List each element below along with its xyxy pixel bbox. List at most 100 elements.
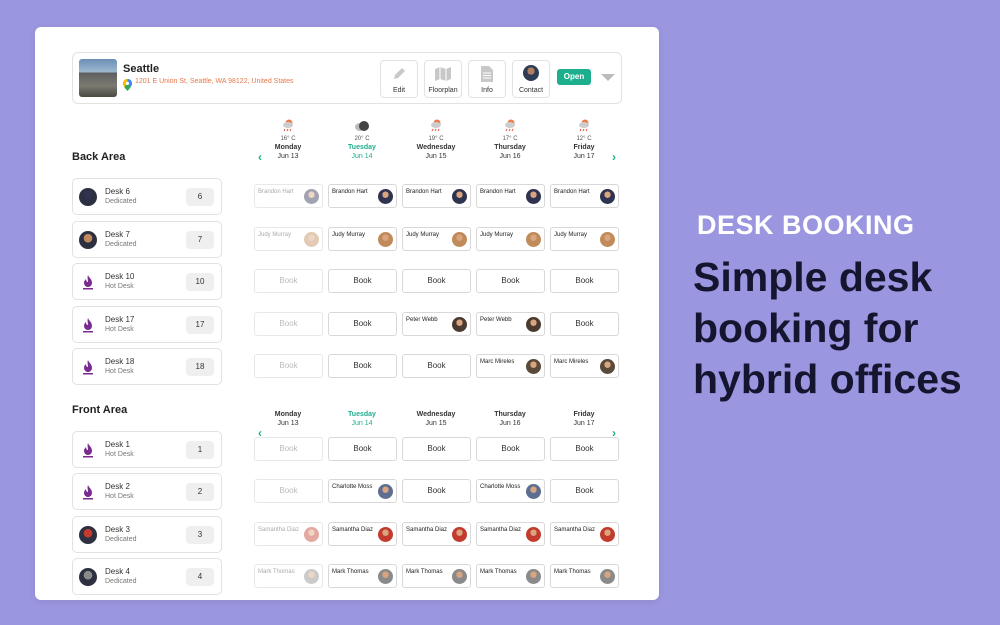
booking-cell[interactable]: Marc Mireles — [476, 354, 545, 378]
booking-cell[interactable]: Samantha Diaz — [254, 522, 323, 546]
booked-person-name: Mark Thomas — [480, 569, 517, 575]
floorplan-button[interactable]: Floorplan — [424, 60, 462, 98]
book-button[interactable]: Book — [328, 354, 397, 378]
temperature: 20° C — [354, 136, 370, 142]
day-name: Tuesday — [348, 411, 376, 418]
booked-person-name: Mark Thomas — [332, 569, 369, 575]
person-avatar — [526, 569, 541, 584]
day-header: 17° C Thursday Jun 16 — [480, 118, 540, 161]
book-button[interactable]: Book — [402, 354, 471, 378]
book-button[interactable]: Book — [402, 479, 471, 503]
booking-cell[interactable]: Brandon Hart — [550, 184, 619, 208]
person-avatar — [600, 189, 615, 204]
book-button[interactable]: Book — [476, 269, 545, 293]
hot-desk-flame-icon — [79, 441, 97, 459]
desk-type: Hot Desk — [105, 326, 134, 333]
desk-number-badge: 4 — [186, 568, 214, 586]
person-avatar — [378, 189, 393, 204]
desk-row[interactable]: Desk 3 Dedicated 3 — [72, 516, 222, 553]
book-button[interactable]: Book — [550, 437, 619, 461]
booking-cell[interactable]: Judy Murray — [550, 227, 619, 251]
booked-person-name: Judy Murray — [480, 232, 514, 238]
book-button[interactable]: Book — [328, 437, 397, 461]
desk-row[interactable]: Desk 6 Dedicated 6 — [72, 178, 222, 215]
booked-person-name: Samantha Diaz — [554, 527, 596, 533]
booking-cell[interactable]: Judy Murray — [476, 227, 545, 251]
booking-cell[interactable]: Brandon Hart — [254, 184, 323, 208]
day-header: Friday Jun 17 — [554, 394, 614, 428]
book-button[interactable]: Book — [476, 437, 545, 461]
desk-type: Hot Desk — [105, 368, 134, 375]
day-name: Tuesday — [348, 144, 376, 151]
booked-person-name: Samantha Diaz — [332, 527, 374, 533]
book-button[interactable]: Book — [328, 269, 397, 293]
desk-row[interactable]: Desk 1 Hot Desk 1 — [72, 431, 222, 468]
desk-row[interactable]: Desk 7 Dedicated 7 — [72, 221, 222, 258]
booking-cell[interactable]: Mark Thomas — [550, 564, 619, 588]
book-button[interactable]: Book — [402, 437, 471, 461]
booking-cell[interactable]: Judy Murray — [328, 227, 397, 251]
book-button: Book — [254, 437, 323, 461]
edit-button[interactable]: Edit — [380, 60, 418, 98]
booking-cell[interactable]: Samantha Diaz — [476, 522, 545, 546]
desk-row[interactable]: Desk 4 Dedicated 4 — [72, 558, 222, 595]
booking-cell[interactable]: Peter Webb — [476, 312, 545, 336]
booked-person-name: Samantha Diaz — [480, 527, 522, 533]
info-button[interactable]: Info — [468, 60, 506, 98]
book-button[interactable]: Book — [550, 269, 619, 293]
desk-number-badge: 2 — [186, 483, 214, 501]
book-button: Book — [254, 312, 323, 336]
day-header: Tuesday Jun 14 — [332, 394, 392, 428]
booking-cell[interactable]: Brandon Hart — [476, 184, 545, 208]
booking-cell[interactable]: Mark Thomas — [254, 564, 323, 588]
desk-name: Desk 2 — [105, 482, 130, 491]
booked-person-name: Mark Thomas — [406, 569, 443, 575]
desk-row[interactable]: Desk 2 Hot Desk 2 — [72, 473, 222, 510]
booked-person-name: Charlotte Moss — [332, 484, 373, 490]
person-avatar — [452, 189, 467, 204]
booking-cell[interactable]: Charlotte Moss — [328, 479, 397, 503]
booking-cell[interactable]: Samantha Diaz — [328, 522, 397, 546]
day-date: Jun 17 — [573, 420, 595, 427]
desk-row[interactable]: Desk 17 Hot Desk 17 — [72, 306, 222, 343]
day-name: Wednesday — [416, 144, 456, 151]
contact-label: Contact — [518, 87, 544, 94]
contact-avatar — [523, 65, 539, 81]
person-avatar — [600, 569, 615, 584]
booked-person-name: Charlotte Moss — [480, 484, 521, 490]
day-header: Monday Jun 13 — [258, 394, 318, 428]
booking-cell[interactable]: Peter Webb — [402, 312, 471, 336]
booking-cell[interactable]: Samantha Diaz — [402, 522, 471, 546]
area-title: Back Area — [72, 151, 126, 163]
booking-cell[interactable]: Mark Thomas — [476, 564, 545, 588]
booking-cell[interactable]: Brandon Hart — [328, 184, 397, 208]
day-date: Jun 13 — [277, 153, 299, 160]
person-avatar — [526, 484, 541, 499]
person-avatar — [304, 527, 319, 542]
booking-cell[interactable]: Samantha Diaz — [550, 522, 619, 546]
desk-name: Desk 10 — [105, 272, 135, 281]
desk-row[interactable]: Desk 18 Hot Desk 18 — [72, 348, 222, 385]
booking-cell[interactable]: Marc Mireles — [550, 354, 619, 378]
temperature: 16° C — [280, 136, 296, 142]
booking-cell[interactable]: Mark Thomas — [328, 564, 397, 588]
chevron-down-icon[interactable] — [601, 74, 615, 81]
book-button[interactable]: Book — [550, 312, 619, 336]
book-button: Book — [254, 269, 323, 293]
booking-cell[interactable]: Judy Murray — [254, 227, 323, 251]
booked-person-name: Judy Murray — [258, 232, 292, 238]
booking-cell[interactable]: Brandon Hart — [402, 184, 471, 208]
booking-cell[interactable]: Charlotte Moss — [476, 479, 545, 503]
rain-cloud-icon — [579, 119, 589, 132]
book-button[interactable]: Book — [402, 269, 471, 293]
person-avatar — [378, 527, 393, 542]
booking-cell[interactable]: Mark Thomas — [402, 564, 471, 588]
book-button[interactable]: Book — [550, 479, 619, 503]
book-button[interactable]: Book — [328, 312, 397, 336]
day-name: Thursday — [494, 411, 526, 418]
open-status-badge[interactable]: Open — [557, 69, 591, 85]
booking-cell[interactable]: Judy Murray — [402, 227, 471, 251]
desk-type: Dedicated — [105, 536, 137, 543]
desk-row[interactable]: Desk 10 Hot Desk 10 — [72, 263, 222, 300]
contact-button[interactable]: Contact — [512, 60, 550, 98]
